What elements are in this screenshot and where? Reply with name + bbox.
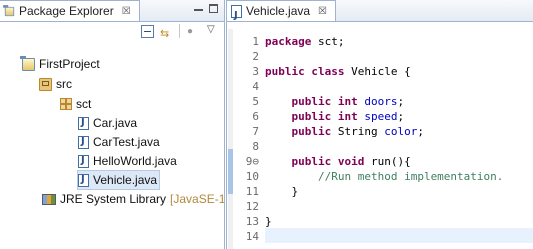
line-number: 13 [245, 215, 259, 228]
code-line: public int speed; [265, 110, 405, 123]
tree-item-helloworld-java[interactable]: HelloWorld.java [78, 152, 177, 170]
line-number: 7 [252, 125, 259, 138]
tree-item-car-java[interactable]: Car.java [78, 114, 137, 132]
tree-item-sct[interactable]: sct [60, 95, 91, 113]
close-icon[interactable]: ☒ [318, 1, 327, 22]
java-editor: Vehicle.java ☒ 1 2 3 4 5 6 7 8 9⊖ 10 11 … [226, 0, 533, 249]
library-icon [42, 193, 56, 205]
java-file-icon [231, 4, 242, 26]
line-number: 1 [252, 35, 259, 48]
package-explorer-icon [3, 4, 15, 16]
code-line: } [265, 215, 272, 228]
package-explorer-toolbar: ⇆ ● ▽ [0, 22, 224, 40]
java-file-icon [78, 135, 89, 149]
code-line: package sct; [265, 35, 345, 48]
package-explorer-tab[interactable]: Package Explorer ☒ [0, 0, 140, 21]
java-file-icon [78, 116, 89, 130]
line-number-gutter: 1 2 3 4 5 6 7 8 9⊖ 10 11 12 13 14 [227, 29, 265, 249]
code-line: } [265, 185, 299, 198]
code-line: public class Vehicle { [265, 65, 411, 78]
tree-item-label: Car.java [93, 116, 138, 130]
tree-item-label: JRE System Library [60, 192, 167, 206]
tree-item-src[interactable]: src [39, 75, 72, 93]
tree-item-vehicle-java[interactable]: Vehicle.java [76, 170, 161, 190]
tree-item-label: HelloWorld.java [93, 154, 177, 168]
tree-item-label: Vehicle.java [93, 173, 158, 187]
minimize-icon[interactable] [194, 4, 203, 11]
focus-icon[interactable]: ● [186, 25, 199, 38]
editor-tab-vehicle-java[interactable]: Vehicle.java ☒ [227, 0, 337, 26]
tree-item-firstproject[interactable]: FirstProject [20, 55, 100, 73]
view-menu-icon[interactable]: ▽ [206, 24, 219, 38]
java-file-icon [78, 173, 89, 187]
line-number: 8 [252, 140, 259, 153]
java-file-icon [78, 154, 89, 168]
line-number: 5 [252, 95, 259, 108]
tree-item-label: CarTest.java [93, 135, 160, 149]
close-icon[interactable]: ☒ [122, 1, 131, 22]
collapse-all-icon[interactable] [141, 25, 154, 38]
line-number: 12 [245, 200, 259, 213]
toolbar-separator [179, 24, 180, 38]
line-number: 4 [252, 80, 259, 93]
maximize-icon[interactable] [209, 4, 218, 13]
tree-item-label: src [56, 77, 72, 91]
editor-tab-label: Vehicle.java [246, 3, 311, 18]
code-line: public void run(){ [265, 155, 411, 168]
tree-item-label: FirstProject [39, 57, 100, 71]
project-icon [20, 55, 35, 71]
line-number: 11 [245, 185, 259, 198]
tree-item-cartest-java[interactable]: CarTest.java [78, 133, 160, 151]
package-explorer-view: Package Explorer ☒ ⇆ ● ▽ FirstProject sr [0, 0, 225, 249]
package-explorer-tab-label: Package Explorer [19, 3, 114, 18]
link-with-editor-icon[interactable]: ⇆ [160, 25, 173, 40]
editor-tabbar: Vehicle.java ☒ [227, 0, 533, 26]
package-icon [60, 98, 72, 110]
line-number: 14 [245, 230, 259, 243]
code-line: public int doors; [265, 95, 405, 108]
line-number-fold[interactable]: 9⊖ [227, 154, 259, 169]
line-number: 2 [252, 50, 259, 63]
library-version-decoration: [JavaSE-1.6] [170, 192, 225, 206]
source-folder-icon [39, 77, 52, 91]
code-line: public String color; [265, 125, 424, 138]
tree-item-label: sct [76, 97, 92, 111]
tree-item-jre-system-library[interactable]: JRE System Library [JavaSE-1.6] [42, 190, 225, 208]
line-number: 3 [252, 65, 259, 78]
line-number: 6 [252, 110, 259, 123]
code-line: //Run method implementation. [265, 170, 504, 183]
line-number: 10 [245, 170, 259, 183]
current-line-highlight [265, 228, 533, 243]
package-explorer-tabbar: Package Explorer ☒ [0, 0, 224, 22]
